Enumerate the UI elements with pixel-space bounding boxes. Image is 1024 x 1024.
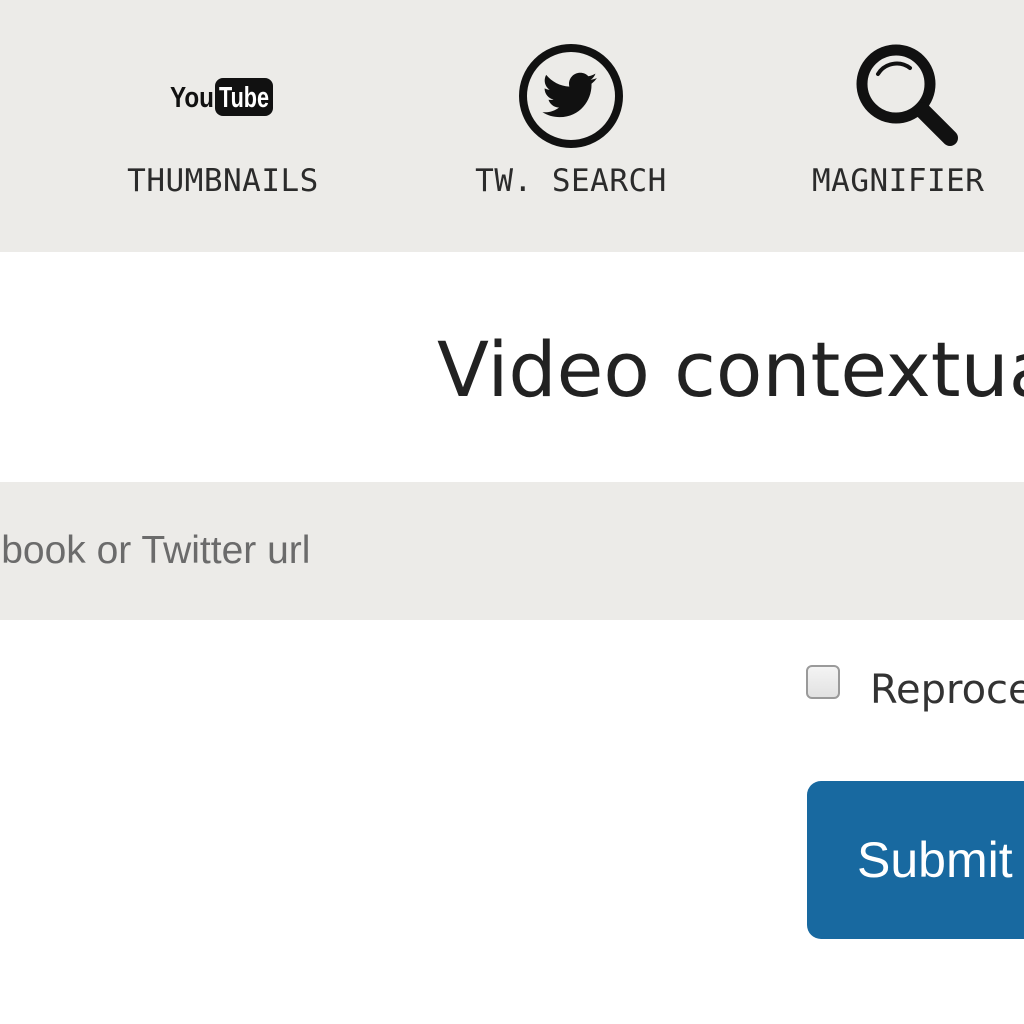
nav-label-magnifier: MAGNIFIER xyxy=(812,163,985,199)
submit-button[interactable]: Submit xyxy=(807,781,1024,939)
url-input[interactable] xyxy=(0,482,1024,620)
nav-label-thumbnails: THUMBNAILS xyxy=(127,163,319,199)
reprocess-label[interactable]: Reproce xyxy=(870,665,1024,715)
page: You Tube THUMBNAILS TW. SEARCH MAGNIFIER… xyxy=(0,0,1024,1024)
youtube-logo-tube-text: Tube xyxy=(219,82,269,114)
top-navigation: You Tube THUMBNAILS TW. SEARCH MAGNIFIER xyxy=(0,0,1024,252)
reprocess-checkbox[interactable] xyxy=(806,665,840,699)
nav-label-tw-search: TW. SEARCH xyxy=(475,163,667,199)
youtube-logo-you-text: You xyxy=(170,82,214,114)
magnifier-icon xyxy=(856,44,958,146)
nav-item-thumbnails[interactable]: You Tube THUMBNAILS xyxy=(100,0,346,252)
nav-item-tw-search[interactable]: TW. SEARCH xyxy=(450,0,692,252)
youtube-logo-icon: You Tube xyxy=(170,78,273,116)
twitter-bird-icon xyxy=(519,44,623,148)
nav-item-magnifier[interactable]: MAGNIFIER xyxy=(796,0,1024,252)
page-title: Video contextua xyxy=(437,325,1024,414)
